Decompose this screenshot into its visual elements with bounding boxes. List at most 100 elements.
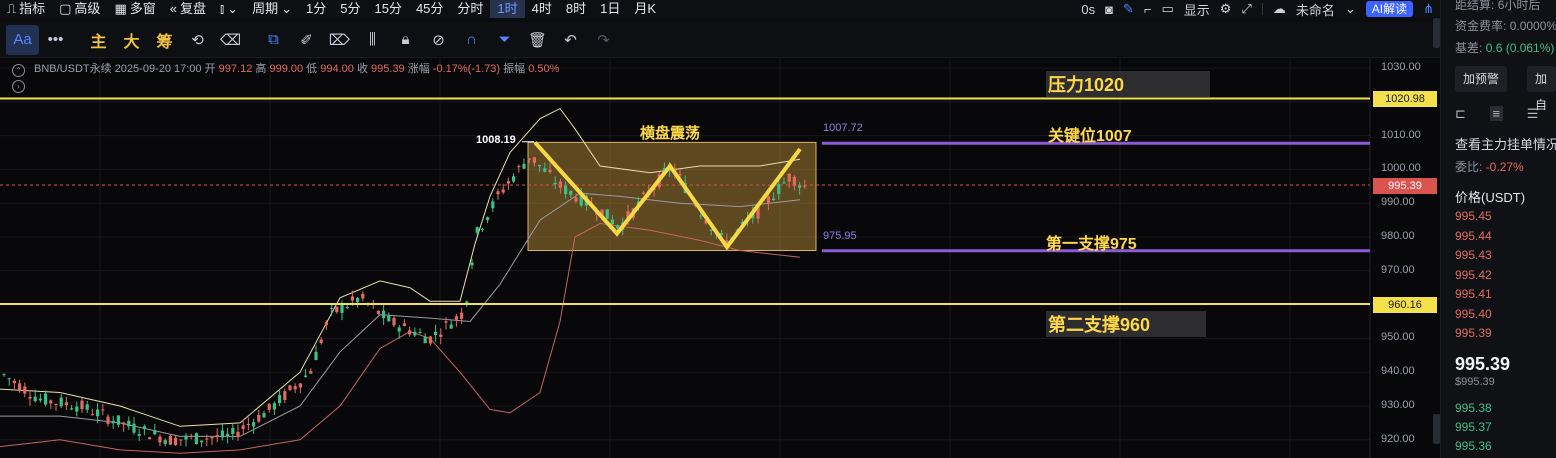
- price-tick-label: 1010.00: [1381, 128, 1421, 141]
- ai-interpret-button[interactable]: AI解读: [1365, 1, 1414, 17]
- refresh-tool-icon[interactable]: ⟲: [181, 25, 214, 55]
- delete-tool-icon[interactable]: 🗑︎: [521, 25, 554, 55]
- candle-body: [709, 229, 713, 231]
- more-tools-button[interactable]: •••: [39, 25, 72, 55]
- interval-month[interactable]: 月K: [627, 0, 663, 18]
- ask-price[interactable]: 995.45: [1455, 209, 1492, 223]
- ratio-row: 委比: -0.27%: [1455, 160, 1524, 174]
- candle-body: [262, 413, 266, 418]
- candle-body: [28, 396, 32, 399]
- interval-4h[interactable]: 4时: [525, 0, 559, 18]
- interval-1d[interactable]: 1日: [593, 0, 627, 18]
- interval-15m[interactable]: 15分: [367, 0, 408, 18]
- candle-body: [288, 385, 292, 390]
- undo-icon[interactable]: ↶: [554, 25, 587, 55]
- indicator-button[interactable]: ⎍ 指标: [0, 0, 52, 18]
- bid-price[interactable]: 995.38: [1455, 401, 1492, 415]
- candle-body: [480, 228, 484, 230]
- camera-icon[interactable]: ◙: [1105, 2, 1113, 17]
- copy-tool-icon[interactable]: ⧉: [257, 25, 290, 55]
- save-icon[interactable]: ▭: [1161, 1, 1173, 17]
- erase-tool-icon[interactable]: ⌫: [214, 25, 247, 55]
- candle-body: [527, 158, 531, 160]
- order-title[interactable]: 查看主力挂单情况: [1455, 134, 1556, 153]
- panel-collapse-handle[interactable]: [1433, 18, 1440, 48]
- collapse-icon[interactable]: ⌃: [12, 64, 25, 77]
- price-tick-label: 990.00: [1381, 196, 1415, 209]
- candle-body: [137, 434, 141, 436]
- chevron-down-icon[interactable]: ⌄: [1345, 1, 1356, 17]
- interval-8h[interactable]: 8时: [559, 0, 593, 18]
- candle-body: [803, 185, 807, 187]
- candle-body: [174, 437, 178, 446]
- window-icon: ▢: [59, 1, 72, 16]
- chart-canvas[interactable]: [0, 58, 1440, 458]
- chip-tool[interactable]: 筹: [148, 25, 181, 55]
- candle-body: [38, 398, 42, 401]
- candle-body: [350, 296, 354, 301]
- candle-body: [392, 317, 396, 326]
- candle-body: [298, 383, 302, 388]
- panel-expand-handle[interactable]: [1433, 414, 1440, 444]
- ask-price[interactable]: 995.44: [1455, 229, 1492, 243]
- expand-icon[interactable]: ›: [12, 80, 25, 93]
- lock-tool-icon[interactable]: 🔒︎: [389, 25, 422, 55]
- filter-tool-icon[interactable]: ⏷: [488, 25, 521, 55]
- main-force-tool[interactable]: 主: [82, 25, 115, 55]
- price-chart[interactable]: [0, 58, 1440, 458]
- candle-body: [798, 185, 802, 188]
- candle-body: [506, 181, 510, 184]
- magnet-tool-icon[interactable]: ∩: [455, 25, 488, 55]
- chart-type-button[interactable]: ⫾ ⌄: [213, 0, 245, 18]
- big-order-tool[interactable]: 大: [115, 25, 148, 55]
- bid-price[interactable]: 995.37: [1455, 420, 1492, 434]
- book-bid-icon[interactable]: ≡: [1489, 106, 1504, 121]
- add-alert-button[interactable]: 加预警: [1455, 66, 1508, 92]
- book-both-icon[interactable]: ⊏: [1455, 106, 1466, 121]
- candle-body: [44, 393, 48, 405]
- candle-body: [439, 334, 443, 337]
- ask-price[interactable]: 995.43: [1455, 248, 1492, 262]
- advanced-button[interactable]: ▢ 高级: [52, 0, 107, 18]
- book-ask-icon[interactable]: ☰: [1527, 106, 1539, 121]
- share-icon[interactable]: ⋔: [1423, 1, 1434, 17]
- period-dropdown[interactable]: 周期 ⌄: [245, 0, 299, 18]
- ask-price[interactable]: 995.40: [1455, 307, 1492, 321]
- ask-price[interactable]: 995.41: [1455, 287, 1492, 301]
- redo-icon[interactable]: ↷: [587, 25, 620, 55]
- candle-body: [33, 396, 37, 402]
- candle-body: [59, 397, 63, 407]
- hide-tool-icon[interactable]: ⊘: [422, 25, 455, 55]
- candle-body: [787, 173, 791, 182]
- candle-body: [278, 394, 282, 404]
- add-watch-button[interactable]: 加自: [1527, 66, 1556, 112]
- pen-icon[interactable]: ✎: [1123, 1, 1134, 17]
- support-price-tag: 960.16: [1373, 297, 1437, 313]
- eraser-tool-icon[interactable]: ⌦: [323, 25, 356, 55]
- candle-body: [231, 427, 235, 434]
- display-button[interactable]: 显示: [1184, 0, 1210, 18]
- bid-price[interactable]: 995.36: [1455, 439, 1492, 453]
- font-tool-button[interactable]: Aa: [6, 24, 39, 55]
- replay-button[interactable]: «复盘: [163, 0, 213, 18]
- interval-1h[interactable]: 1时: [490, 0, 525, 18]
- candle-body: [12, 380, 16, 384]
- ask-price[interactable]: 995.39: [1455, 326, 1492, 340]
- crop-icon[interactable]: ⌐: [1144, 2, 1152, 17]
- settings-icon[interactable]: ⚙: [1220, 1, 1232, 17]
- candles-tool-icon[interactable]: ⫼: [356, 25, 389, 55]
- candle-body: [314, 351, 318, 361]
- brush-tool-icon[interactable]: ✐: [290, 25, 323, 55]
- layout-name[interactable]: 未命名: [1296, 0, 1335, 18]
- candle-body: [252, 422, 256, 427]
- interval-1m[interactable]: 1分: [299, 0, 333, 18]
- candle-body: [777, 184, 781, 194]
- interval-timeline[interactable]: 分时: [450, 0, 490, 18]
- candle-body: [122, 422, 126, 425]
- ask-price[interactable]: 995.42: [1455, 268, 1492, 282]
- interval-5m[interactable]: 5分: [333, 0, 367, 18]
- candle-body: [553, 182, 557, 185]
- fullscreen-icon[interactable]: ⤢: [1241, 1, 1251, 17]
- multi-window-button[interactable]: ▦ 多窗: [107, 0, 162, 18]
- interval-45m[interactable]: 45分: [409, 0, 450, 18]
